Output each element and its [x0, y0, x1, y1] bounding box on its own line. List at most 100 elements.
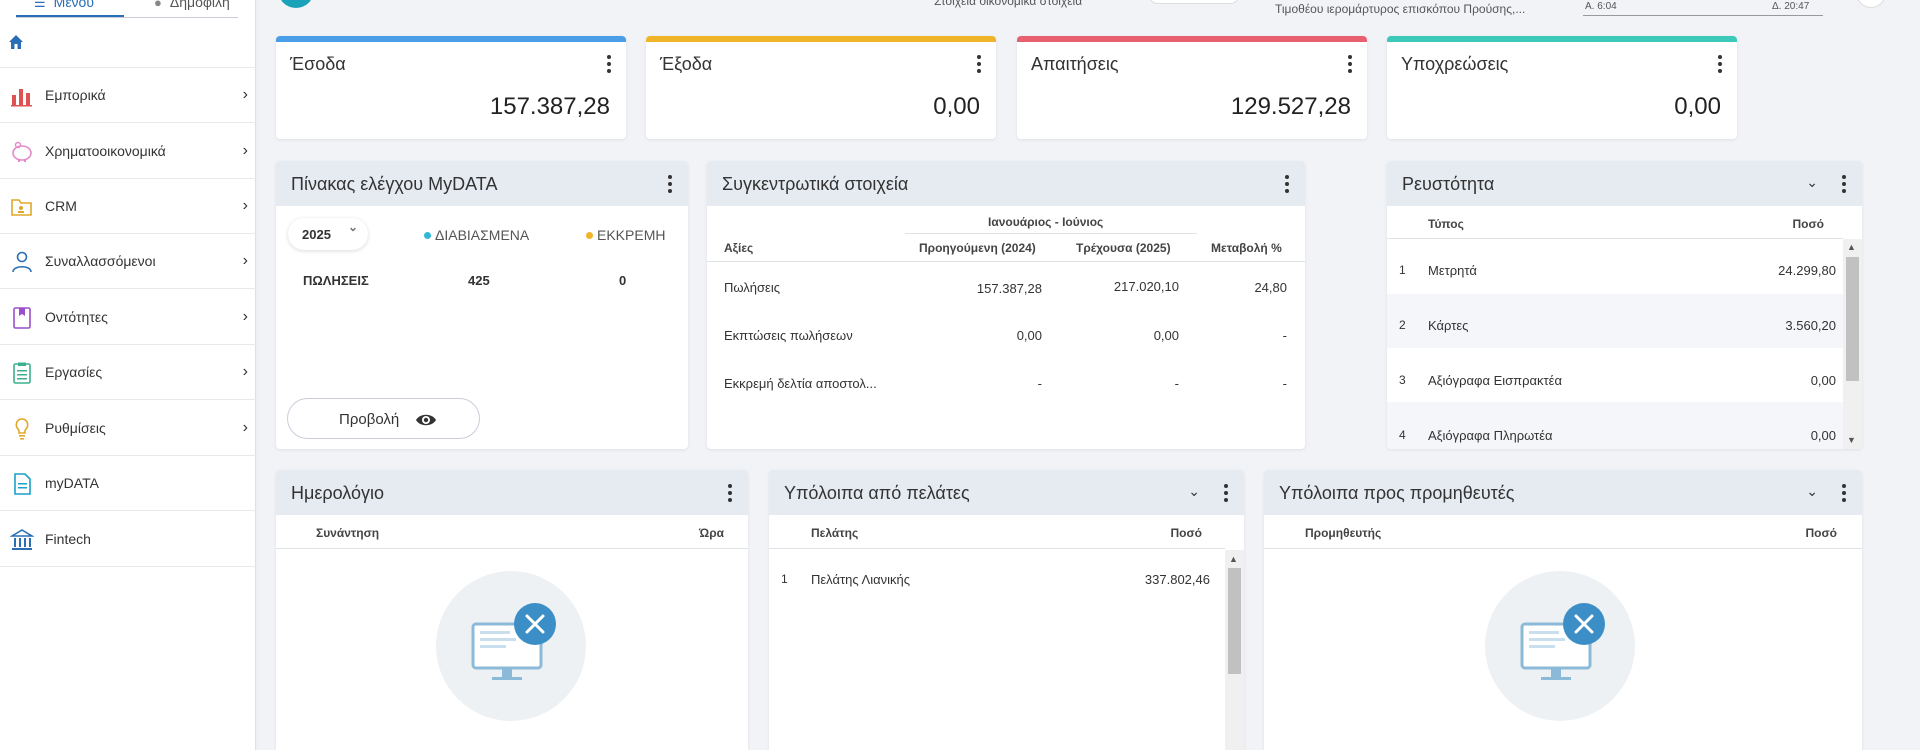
col-header: Προμηθευτής	[1305, 526, 1382, 540]
kpi-card-expenses: Έξοδα 0,00	[646, 36, 996, 139]
list-icon: ☰	[34, 0, 46, 10]
lightbulb-icon	[15, 418, 29, 440]
chevron-right-icon: ›	[242, 86, 248, 103]
sidebar-item-label: Fintech	[45, 531, 91, 547]
more-vertical-icon[interactable]	[1841, 484, 1847, 502]
scroll-up-icon[interactable]: ▲	[1847, 242, 1856, 252]
table-cell: Αξιόγραφα Πληρωτέα	[1428, 428, 1553, 443]
eye-icon	[416, 414, 436, 426]
more-vertical-icon[interactable]	[1841, 175, 1847, 193]
customers-panel: Υπόλοιπα από πελάτες ⌄ Πελάτης Ποσό 1 Πε…	[769, 470, 1244, 750]
row-index: 1	[1399, 263, 1406, 277]
chevron-down-icon[interactable]: ⌄	[1806, 174, 1818, 191]
panel-header: Υπόλοιπα προς προμηθευτές ⌄	[1264, 470, 1862, 515]
home-link[interactable]	[0, 20, 256, 68]
table-cell: 0,00	[1810, 373, 1836, 388]
bookmark-icon	[13, 307, 31, 329]
sidebar-item-commercial[interactable]: Εμπορικά ›	[0, 68, 256, 123]
table-cell: -	[1037, 376, 1042, 391]
table-cell: Εκκρεμή δελτία αποστολ...	[724, 376, 877, 391]
table-cell: 24,80	[1254, 280, 1287, 295]
table-cell: -	[1282, 328, 1287, 343]
more-vertical-icon[interactable]	[606, 55, 612, 73]
kpi-value: 0,00	[933, 93, 980, 120]
piggy-bank-icon	[12, 141, 32, 162]
panel-title: Πίνακας ελέγχου MyDATA	[291, 174, 498, 194]
sidebar-item-counterparties[interactable]: Συναλλασσόμενοι ›	[0, 234, 256, 289]
calendar-panel: Ημερολόγιο Συνάντηση Ώρα	[276, 470, 748, 750]
kpi-color-bar	[276, 36, 626, 42]
empty-state	[1485, 571, 1635, 721]
panel-header: Υπόλοιπα από πελάτες ⌄	[769, 470, 1244, 515]
table-cell: 217.020,10	[1113, 279, 1179, 294]
empty-state	[436, 571, 586, 721]
more-vertical-icon[interactable]	[976, 55, 982, 73]
scrollbar-thumb[interactable]	[1846, 257, 1859, 381]
col-header: Ποσό	[1792, 217, 1824, 231]
sidebar-item-mydata[interactable]: myDATA	[0, 456, 256, 511]
mydata-row-pending: 0	[619, 273, 627, 288]
company-logo[interactable]	[278, 0, 314, 8]
folder-icon	[11, 199, 32, 216]
year-select[interactable]: 2025 ⌄	[288, 218, 368, 250]
person-icon	[12, 251, 32, 273]
col-header: Τύπος	[1428, 217, 1464, 231]
tab-menu[interactable]: ☰ Μενού	[15, 0, 125, 17]
sidebar-item-entities[interactable]: Οντότητες ›	[0, 290, 256, 345]
sidebar-item-settings[interactable]: Ρυθμίσεις ›	[0, 401, 256, 456]
period-header: Ιανουάριος - Ιούνιος	[988, 215, 1104, 229]
chevron-down-icon: ⌄	[348, 220, 359, 234]
kpi-card-liabilities: Υποχρεώσεις 0,00	[1387, 36, 1737, 139]
kpi-card-receivables: Απαιτήσεις 129.527,28	[1017, 36, 1367, 139]
kpi-value: 129.527,28	[1230, 93, 1351, 120]
monitor-close-icon	[1520, 603, 1605, 680]
chevron-down-icon[interactable]: ⌄	[1188, 483, 1200, 500]
tab-favorites[interactable]: ● Δημοφιλή	[154, 0, 230, 10]
kpi-color-bar	[1017, 36, 1367, 42]
more-vertical-icon[interactable]	[1717, 55, 1723, 73]
kpi-title: Υποχρεώσεις	[1401, 54, 1509, 74]
clipboard-icon	[13, 362, 31, 384]
divider	[1387, 238, 1843, 239]
table-cell: -	[1282, 376, 1287, 391]
scrollbar-thumb[interactable]	[1228, 568, 1241, 674]
company-info-text: Στοιχεία οικονομικά στοιχεία	[934, 0, 1083, 8]
liquidity-panel: Ρευστότητα ⌄ Τύπος Ποσό 1 Μετρητά 24.299…	[1387, 161, 1862, 449]
col-header: Ποσό	[1805, 526, 1837, 540]
more-vertical-icon[interactable]	[1347, 55, 1353, 73]
scroll-up-icon[interactable]: ▲	[1229, 554, 1238, 564]
chevron-right-icon: ›	[242, 252, 248, 269]
legend-read: ΔΙΑΒΙΑΣΜΕΝΑ	[424, 227, 529, 243]
view-button-label: Προβολή	[339, 411, 400, 428]
chevron-right-icon: ›	[242, 419, 248, 436]
view-button[interactable]: Προβολή	[287, 398, 480, 439]
chevron-down-icon[interactable]: ⌄	[1806, 483, 1818, 500]
more-vertical-icon[interactable]	[727, 484, 733, 502]
mydata-row-label: ΠΩΛΗΣΕΙΣ	[303, 273, 369, 288]
year-value: 2025	[302, 227, 331, 242]
panel-title: Ημερολόγιο	[291, 483, 385, 503]
sidebar-item-fintech[interactable]: Fintech	[0, 512, 256, 567]
col-header: Μεταβολή %	[1211, 241, 1282, 255]
mydata-row-read: 425	[468, 273, 490, 288]
sidebar-item-finance[interactable]: Χρηματοοικονομικά ›	[0, 124, 256, 179]
col-header: Συνάντηση	[316, 526, 380, 540]
chevron-right-icon: ›	[242, 142, 248, 159]
panel-header: Ημερολόγιο	[276, 470, 748, 515]
table-cell: 3.560,20	[1785, 318, 1836, 333]
row-index: 2	[1399, 318, 1406, 332]
more-vertical-icon[interactable]	[1284, 175, 1290, 193]
more-vertical-icon[interactable]	[667, 175, 673, 193]
sidebar-item-tasks[interactable]: Εργασίες ›	[0, 345, 256, 400]
chevron-right-icon: ›	[242, 308, 248, 325]
user-menu-button[interactable]	[1856, 0, 1886, 8]
sidebar-item-label: Συναλλασσόμενοι	[45, 253, 156, 269]
sidebar-item-crm[interactable]: CRM ›	[0, 179, 256, 234]
more-vertical-icon[interactable]	[1223, 484, 1229, 502]
sidebar-item-label: Εμπορικά	[45, 87, 106, 103]
table-cell: Πωλήσεις	[724, 280, 780, 295]
scroll-down-icon[interactable]: ▼	[1847, 435, 1856, 445]
table-cell: -	[1174, 376, 1179, 391]
company-selector[interactable]	[1148, 0, 1240, 4]
sidebar-item-label: Οντότητες	[45, 309, 108, 325]
